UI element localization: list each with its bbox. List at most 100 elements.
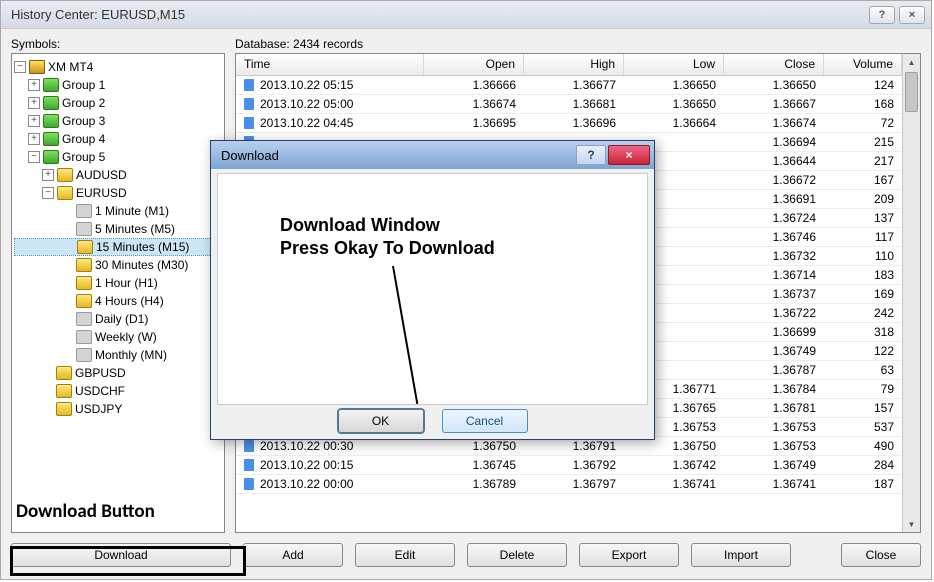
col-low[interactable]: Low	[624, 54, 724, 75]
scroll-down-icon[interactable]: ▼	[903, 516, 920, 532]
cell-close: 1.36672	[724, 173, 824, 187]
table-row[interactable]: 2013.10.22 00:15 1.36745 1.36792 1.36742…	[236, 456, 902, 475]
tree-group[interactable]: + Group 3	[14, 112, 222, 130]
tree-group-label: Group 4	[62, 132, 105, 146]
scroll-thumb[interactable]	[905, 72, 918, 112]
cell-volume: 124	[824, 78, 902, 92]
tree-period[interactable]: Weekly (W)	[14, 328, 222, 346]
edit-button[interactable]: Edit	[355, 543, 455, 567]
tree-period[interactable]: Monthly (MN)	[14, 346, 222, 364]
bar-icon	[244, 117, 254, 129]
import-button[interactable]: Import	[691, 543, 791, 567]
tree-root[interactable]: − XM MT4	[14, 58, 222, 76]
tree-symbol[interactable]: + AUDUSD	[14, 166, 222, 184]
dialog-title: Download	[221, 148, 279, 163]
home-icon	[29, 60, 45, 74]
tree-period-label: 5 Minutes (M5)	[95, 222, 175, 236]
tree-period[interactable]: 1 Minute (M1)	[14, 202, 222, 220]
tree-period-label: 1 Hour (H1)	[95, 276, 158, 290]
cell-close: 1.36650	[724, 78, 824, 92]
col-high[interactable]: High	[524, 54, 624, 75]
close-button[interactable]: Close	[841, 543, 921, 567]
dialog-close-button[interactable]: ×	[608, 145, 650, 165]
tree-symbol-label: USDJPY	[75, 402, 122, 416]
cell-volume: 242	[824, 306, 902, 320]
cell-volume: 72	[824, 116, 902, 130]
tree-period-label: 30 Minutes (M30)	[95, 258, 188, 272]
help-button[interactable]: ?	[869, 6, 895, 24]
tree-period[interactable]: Daily (D1)	[14, 310, 222, 328]
button-bar: Download Add Edit Delete Export Import C…	[1, 541, 931, 573]
table-row[interactable]: 2013.10.22 04:45 1.36695 1.36696 1.36664…	[236, 114, 902, 133]
grid-header[interactable]: Time Open High Low Close Volume	[236, 54, 902, 76]
period-icon	[76, 294, 92, 308]
cell-high: 1.36797	[524, 477, 624, 491]
tree-symbol[interactable]: − EURUSD	[14, 184, 222, 202]
tree-period[interactable]: 4 Hours (H4)	[14, 292, 222, 310]
tree-group[interactable]: + Group 2	[14, 94, 222, 112]
export-button[interactable]: Export	[579, 543, 679, 567]
tree-group[interactable]: − Group 5	[14, 148, 222, 166]
col-open[interactable]: Open	[424, 54, 524, 75]
tree-period[interactable]: 5 Minutes (M5)	[14, 220, 222, 238]
delete-button[interactable]: Delete	[467, 543, 567, 567]
bar-icon	[244, 459, 254, 471]
dialog-ok-button[interactable]: OK	[338, 409, 424, 433]
tree-root-label: XM MT4	[48, 60, 93, 74]
col-close[interactable]: Close	[724, 54, 824, 75]
col-volume[interactable]: Volume	[824, 54, 902, 75]
tree-period[interactable]: 30 Minutes (M30)	[14, 256, 222, 274]
dialog-titlebar[interactable]: Download ? ×	[211, 141, 654, 169]
tree-symbol-label: USDCHF	[75, 384, 125, 398]
tree-period[interactable]: 1 Hour (H1)	[14, 274, 222, 292]
tree-period-label: 4 Hours (H4)	[95, 294, 164, 308]
period-icon	[76, 276, 92, 290]
download-button[interactable]: Download	[11, 543, 231, 567]
add-button[interactable]: Add	[243, 543, 343, 567]
window-title: History Center: EURUSD,M15	[11, 7, 185, 22]
expand-icon[interactable]: −	[28, 151, 40, 163]
period-icon	[76, 312, 92, 326]
collapse-icon[interactable]: −	[14, 61, 26, 73]
expand-icon[interactable]: +	[28, 97, 40, 109]
col-time[interactable]: Time	[236, 54, 424, 75]
vertical-scrollbar[interactable]: ▲ ▼	[902, 54, 920, 532]
table-row[interactable]: 2013.10.22 05:00 1.36674 1.36681 1.36650…	[236, 95, 902, 114]
table-row[interactable]: 2013.10.22 05:15 1.36666 1.36677 1.36650…	[236, 76, 902, 95]
tree-period[interactable]: 15 Minutes (M15)	[14, 238, 222, 256]
period-icon	[76, 348, 92, 362]
titlebar[interactable]: History Center: EURUSD,M15 ? ×	[1, 1, 931, 29]
collapse-icon[interactable]: −	[42, 187, 54, 199]
tree-group-label: Group 1	[62, 78, 105, 92]
dialog-cancel-button[interactable]: Cancel	[442, 409, 528, 433]
tree-group[interactable]: + Group 4	[14, 130, 222, 148]
cell-close: 1.36753	[724, 439, 824, 453]
symbols-tree[interactable]: − XM MT4 + Group 1 + Group 2 + Group 3 +…	[11, 53, 225, 533]
cell-high: 1.36677	[524, 78, 624, 92]
tree-period-label: 1 Minute (M1)	[95, 204, 169, 218]
cell-close: 1.36784	[724, 382, 824, 396]
period-icon	[76, 330, 92, 344]
expand-icon[interactable]: +	[42, 169, 54, 181]
window-close-button[interactable]: ×	[899, 6, 925, 24]
period-icon	[76, 222, 92, 236]
cell-volume: 187	[824, 477, 902, 491]
period-icon	[76, 204, 92, 218]
cell-close: 1.36714	[724, 268, 824, 282]
bar-icon	[244, 440, 254, 452]
symbol-icon	[57, 186, 73, 200]
database-label: Database: 2434 records	[235, 37, 921, 51]
tree-period-label: Weekly (W)	[95, 330, 157, 344]
dialog-help-button[interactable]: ?	[576, 145, 606, 165]
table-row[interactable]: 2013.10.22 00:00 1.36789 1.36797 1.36741…	[236, 475, 902, 494]
cell-open: 1.36745	[424, 458, 524, 472]
tree-group[interactable]: + Group 1	[14, 76, 222, 94]
expand-icon[interactable]: +	[28, 79, 40, 91]
expand-icon[interactable]: +	[28, 115, 40, 127]
scroll-up-icon[interactable]: ▲	[903, 54, 920, 70]
tree-symbol[interactable]: USDJPY	[14, 400, 222, 418]
cell-high: 1.36792	[524, 458, 624, 472]
tree-symbol[interactable]: USDCHF	[14, 382, 222, 400]
expand-icon[interactable]: +	[28, 133, 40, 145]
tree-symbol[interactable]: GBPUSD	[14, 364, 222, 382]
